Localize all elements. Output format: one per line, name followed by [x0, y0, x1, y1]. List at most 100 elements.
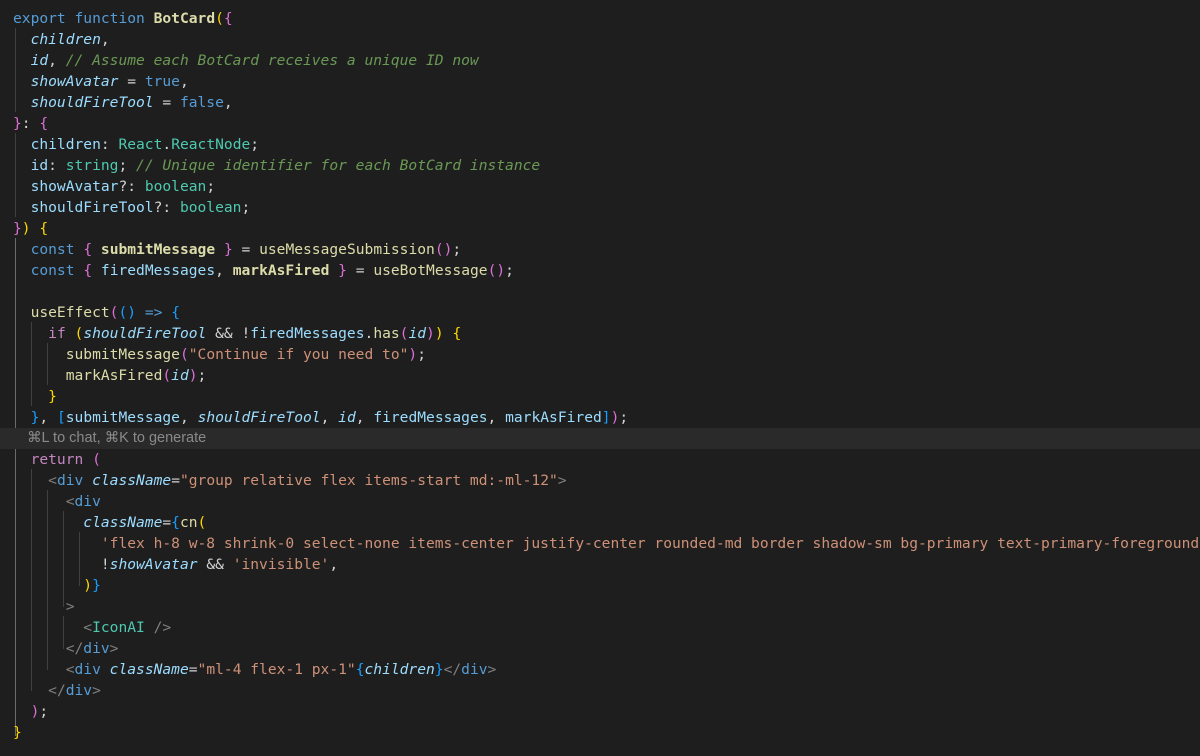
- code-line[interactable]: </div>: [0, 680, 1200, 701]
- code-line[interactable]: }: [0, 722, 1200, 743]
- code-token: =>: [144, 304, 163, 321]
- code-token: :: [100, 136, 119, 153]
- code-line-content: children,: [13, 29, 110, 50]
- code-line[interactable]: showAvatar = true,: [0, 71, 1200, 92]
- ai-hint-line[interactable]: ⌘L to chat, ⌘K to generate: [0, 428, 1200, 449]
- code-line[interactable]: !showAvatar && 'invisible',: [0, 554, 1200, 575]
- code-line[interactable]: </div>: [0, 638, 1200, 659]
- code-line[interactable]: }, [submitMessage, shouldFireTool, id, f…: [0, 407, 1200, 428]
- code-token: // Unique identifier for each BotCard in…: [136, 157, 541, 174]
- code-line-content: if (shouldFireTool && !firedMessages.has…: [13, 323, 461, 344]
- code-token: }: [48, 388, 57, 405]
- code-line[interactable]: className={cn(: [0, 512, 1200, 533]
- code-token: {: [83, 241, 93, 258]
- code-line-content: <div: [13, 491, 101, 512]
- code-token: children: [364, 661, 435, 678]
- code-line-content: }: {: [13, 113, 48, 134]
- code-token: (: [162, 367, 172, 384]
- code-token: ;: [118, 157, 137, 174]
- code-token: {: [452, 325, 462, 342]
- code-line[interactable]: );: [0, 701, 1200, 722]
- code-line-content: >: [13, 596, 75, 617]
- code-token: (: [118, 304, 128, 321]
- code-token: ;: [39, 703, 49, 720]
- code-token: ): [188, 367, 198, 384]
- code-line[interactable]: shouldFireTool?: boolean;: [0, 197, 1200, 218]
- code-token: <: [48, 472, 57, 489]
- code-token: <: [83, 619, 93, 636]
- code-line[interactable]: }: {: [0, 113, 1200, 134]
- code-token: }: [92, 577, 101, 594]
- code-line[interactable]: [0, 281, 1200, 302]
- code-line[interactable]: <div className="group relative flex item…: [0, 470, 1200, 491]
- code-line[interactable]: return (: [0, 449, 1200, 470]
- code-line[interactable]: 'flex h-8 w-8 shrink-0 select-none items…: [0, 533, 1200, 554]
- code-line[interactable]: submitMessage("Continue if you need to")…: [0, 344, 1200, 365]
- code-line[interactable]: if (shouldFireTool && !firedMessages.has…: [0, 323, 1200, 344]
- code-line[interactable]: >: [0, 596, 1200, 617]
- code-line[interactable]: <div: [0, 491, 1200, 512]
- code-line[interactable]: const { submitMessage } = useMessageSubm…: [0, 239, 1200, 260]
- code-token: const: [30, 262, 75, 279]
- code-token: ;: [417, 346, 426, 363]
- code-line[interactable]: children,: [0, 29, 1200, 50]
- code-token: div: [56, 472, 84, 489]
- code-token: "ml-4 flex-1 px-1": [197, 661, 356, 678]
- code-token: :: [48, 157, 66, 174]
- code-line-content: }) {: [13, 218, 48, 239]
- code-line[interactable]: id, // Assume each BotCard receives a un…: [0, 50, 1200, 71]
- code-token: =: [232, 241, 260, 258]
- code-token: ): [496, 262, 506, 279]
- code-token: showAvatar: [30, 73, 119, 90]
- code-token: {: [39, 220, 49, 237]
- code-token: ,: [48, 52, 66, 69]
- code-line[interactable]: id: string; // Unique identifier for eac…: [0, 155, 1200, 176]
- code-token: ): [434, 325, 444, 342]
- code-line[interactable]: shouldFireTool = false,: [0, 92, 1200, 113]
- code-line[interactable]: )}: [0, 575, 1200, 596]
- code-token: (: [434, 241, 444, 258]
- code-line-content: 'flex h-8 w-8 shrink-0 select-none items…: [13, 533, 1200, 554]
- code-token: id: [30, 52, 49, 69]
- code-token: (: [74, 325, 84, 342]
- code-token: && !: [206, 325, 251, 342]
- code-token: showAvatar: [109, 556, 198, 573]
- code-line[interactable]: showAvatar?: boolean;: [0, 176, 1200, 197]
- code-line[interactable]: useEffect(() => {: [0, 302, 1200, 323]
- code-token: &&: [197, 556, 233, 573]
- code-token: ;: [619, 409, 629, 426]
- code-line[interactable]: }: [0, 386, 1200, 407]
- code-line[interactable]: children: React.ReactNode;: [0, 134, 1200, 155]
- code-token: ;: [197, 367, 207, 384]
- code-line[interactable]: }) {: [0, 218, 1200, 239]
- code-token: className: [83, 514, 163, 531]
- code-line[interactable]: const { firedMessages, markAsFired } = u…: [0, 260, 1200, 281]
- code-token: IconAI: [92, 619, 145, 636]
- code-token: id: [408, 325, 427, 342]
- code-line[interactable]: <div className="ml-4 flex-1 px-1"{childr…: [0, 659, 1200, 680]
- code-token: false: [179, 94, 224, 111]
- code-line[interactable]: markAsFired(id);: [0, 365, 1200, 386]
- code-token: <: [65, 493, 75, 510]
- code-token: firedMessages: [250, 325, 365, 342]
- code-line-content: </div>: [13, 638, 119, 659]
- code-line[interactable]: export function BotCard({: [0, 8, 1200, 29]
- code-line[interactable]: <IconAI />: [0, 617, 1200, 638]
- code-token: =: [346, 262, 374, 279]
- code-editor[interactable]: export function BotCard({ children, id, …: [0, 0, 1200, 756]
